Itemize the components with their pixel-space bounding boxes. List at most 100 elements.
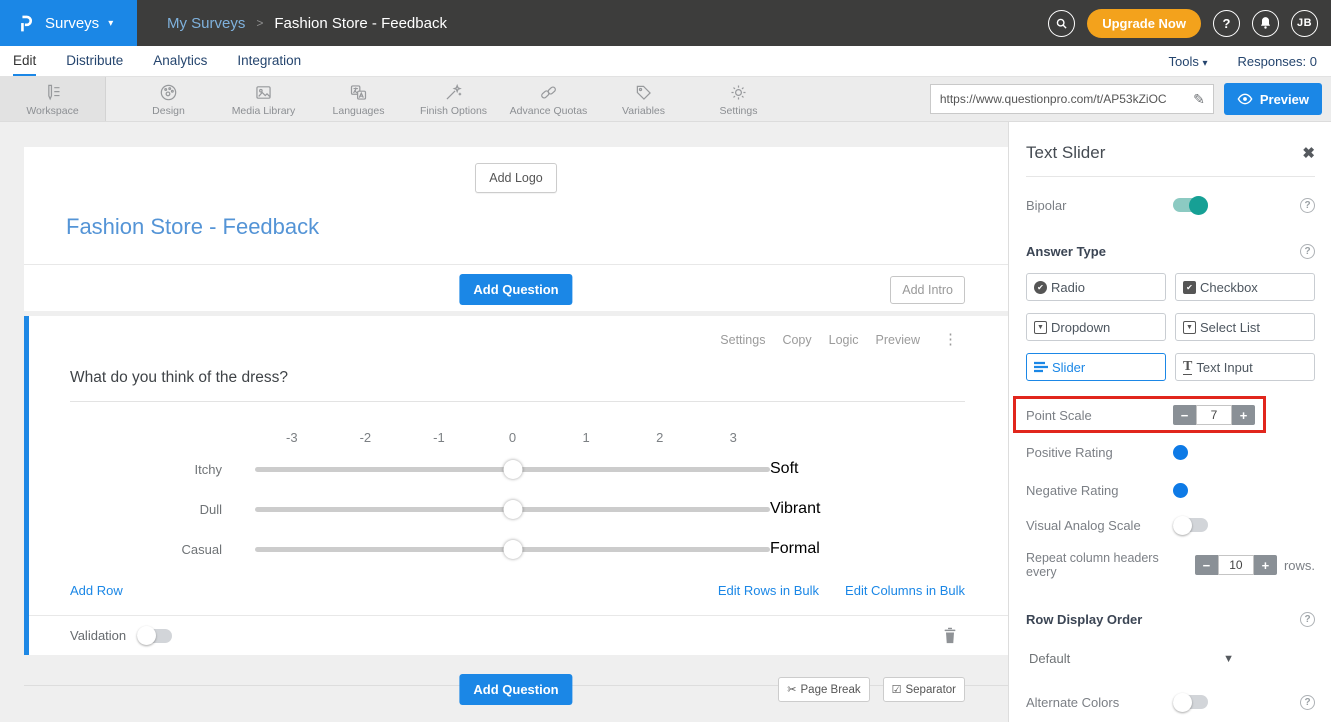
tools-menu[interactable]: Tools ▾ [1168, 54, 1207, 69]
upgrade-now-button[interactable]: Upgrade Now [1087, 9, 1201, 38]
help-icon[interactable]: ? [1300, 244, 1315, 259]
point-scale-stepper: − 7 + [1173, 405, 1255, 425]
slider-row: Itchy Soft [29, 449, 1008, 489]
positive-rating-color-dot[interactable] [1173, 445, 1188, 460]
toolbar-item-finish-options[interactable]: Finish Options [406, 77, 501, 121]
question-text[interactable]: What do you think of the dress? [70, 369, 1008, 387]
scale-label: -2 [329, 430, 403, 445]
row-display-order-select[interactable]: Default ▼ [1026, 651, 1234, 666]
questionpro-logo-icon [15, 13, 36, 34]
settings-icon [728, 82, 749, 103]
scale-label: 1 [549, 430, 623, 445]
preview-button[interactable]: Preview [1224, 83, 1322, 115]
survey-url-input[interactable] [931, 92, 1185, 106]
answer-type-label-text: Text Input [1196, 360, 1252, 375]
answer-type-label-text: Radio [1051, 280, 1085, 295]
help-icon[interactable]: ? [1300, 695, 1315, 710]
workspace-toolbar: Workspace Design Media Library [0, 77, 1331, 122]
separator-button[interactable]: ☑ Separator [883, 677, 965, 702]
add-logo-button[interactable]: Add Logo [475, 163, 557, 193]
page-break-label: Page Break [801, 684, 861, 696]
user-avatar[interactable]: JB [1291, 10, 1318, 37]
add-row-link[interactable]: Add Row [70, 583, 123, 598]
validation-toggle[interactable] [137, 629, 172, 643]
slider-handle[interactable] [503, 540, 522, 559]
breadcrumb-my-surveys[interactable]: My Surveys [167, 15, 245, 32]
toolbar-item-languages[interactable]: Languages [311, 77, 406, 121]
help-button[interactable]: ? [1213, 10, 1240, 37]
answer-type-grid: ✔ Radio ✔ Checkbox ▼ Dropdown ▼ Select L… [1026, 273, 1315, 381]
question-divider [70, 401, 965, 402]
add-intro-button[interactable]: Add Intro [890, 276, 965, 304]
slider-track[interactable] [255, 500, 770, 519]
answer-type-slider[interactable]: Slider [1026, 353, 1166, 381]
survey-editor: Add Logo Fashion Store - Feedback Add Qu… [0, 122, 1008, 722]
tab-integration[interactable]: Integration [237, 46, 301, 76]
slider-row: Dull Vibrant [29, 489, 1008, 529]
question-settings-panel: Text Slider ✖ Bipolar ? Answer Type ? ✔ … [1008, 122, 1331, 722]
tab-edit[interactable]: Edit [13, 46, 36, 76]
search-button[interactable] [1048, 10, 1075, 37]
answer-type-label-text: Checkbox [1200, 280, 1258, 295]
toolbar-right: ✎ Preview [930, 77, 1331, 121]
answer-type-select-list[interactable]: ▼ Select List [1175, 313, 1315, 341]
decrement-button[interactable]: − [1173, 405, 1196, 425]
slider-handle[interactable] [503, 460, 522, 479]
increment-button[interactable]: + [1254, 555, 1277, 575]
toolbar-item-settings[interactable]: Settings [691, 77, 786, 121]
negative-rating-color-dot[interactable] [1173, 483, 1188, 498]
visual-analog-label: Visual Analog Scale [1026, 518, 1173, 533]
surveys-menu[interactable]: Surveys ▾ [0, 0, 137, 46]
answer-type-text-input[interactable]: T Text Input [1175, 353, 1315, 381]
slider-handle[interactable] [503, 500, 522, 519]
eye-icon [1237, 93, 1253, 105]
help-icon[interactable]: ? [1300, 612, 1315, 627]
question-links-row: Add Row Edit Rows in Bulk Edit Columns i… [70, 583, 965, 598]
toolbar-item-variables[interactable]: Variables [596, 77, 691, 121]
question-preview-link[interactable]: Preview [876, 333, 920, 347]
tab-analytics[interactable]: Analytics [153, 46, 207, 76]
decrement-button[interactable]: − [1195, 555, 1218, 575]
increment-button[interactable]: + [1232, 405, 1255, 425]
survey-title[interactable]: Fashion Store - Feedback [66, 214, 1008, 240]
page-break-button[interactable]: ✂ Page Break [778, 677, 869, 702]
edit-columns-in-bulk-link[interactable]: Edit Columns in Bulk [845, 583, 965, 598]
question-logic-link[interactable]: Logic [829, 333, 859, 347]
trash-icon[interactable] [942, 626, 958, 645]
close-icon[interactable]: ✖ [1302, 144, 1315, 162]
slider-track[interactable] [255, 540, 770, 559]
topbar-actions: Upgrade Now ? JB [1048, 9, 1331, 38]
scissors-icon: ✂ [787, 683, 796, 696]
toolbar-item-media-library[interactable]: Media Library [216, 77, 311, 121]
answer-type-dropdown[interactable]: ▼ Dropdown [1026, 313, 1166, 341]
bipolar-label: Bipolar [1026, 198, 1173, 213]
design-icon [158, 82, 179, 103]
toolbar-item-advance-quotas[interactable]: Advance Quotas [501, 77, 596, 121]
answer-type-checkbox[interactable]: ✔ Checkbox [1175, 273, 1315, 301]
checkbox-icon: ☑ [892, 683, 902, 696]
kebab-menu-icon[interactable]: ⋮ [943, 332, 958, 347]
tab-distribute[interactable]: Distribute [66, 46, 123, 76]
add-question-button-bottom[interactable]: Add Question [459, 674, 572, 705]
answer-type-radio[interactable]: ✔ Radio [1026, 273, 1166, 301]
question-settings-link[interactable]: Settings [720, 333, 765, 347]
panel-divider [1026, 176, 1315, 177]
edit-url-icon[interactable]: ✎ [1185, 91, 1213, 108]
help-icon[interactable]: ? [1300, 198, 1315, 213]
edit-rows-in-bulk-link[interactable]: Edit Rows in Bulk [718, 583, 819, 598]
visual-analog-toggle[interactable] [1173, 518, 1208, 532]
question-copy-link[interactable]: Copy [782, 333, 811, 347]
panel-header: Text Slider ✖ [1026, 143, 1315, 163]
answer-type-label-text: Select List [1200, 320, 1260, 335]
toolbar-item-label: Media Library [232, 105, 296, 117]
bipolar-toggle[interactable] [1173, 198, 1208, 212]
add-question-button[interactable]: Add Question [459, 274, 572, 305]
toolbar-item-design[interactable]: Design [121, 77, 216, 121]
slider-track[interactable] [255, 460, 770, 479]
answer-type-row: Answer Type ? [1026, 241, 1315, 261]
alternate-colors-toggle[interactable] [1173, 695, 1208, 709]
point-scale-value: 7 [1196, 405, 1232, 425]
notifications-button[interactable] [1252, 10, 1279, 37]
footer-buttons: ✂ Page Break ☑ Separator [778, 677, 965, 702]
toolbar-item-workspace[interactable]: Workspace [0, 77, 106, 121]
